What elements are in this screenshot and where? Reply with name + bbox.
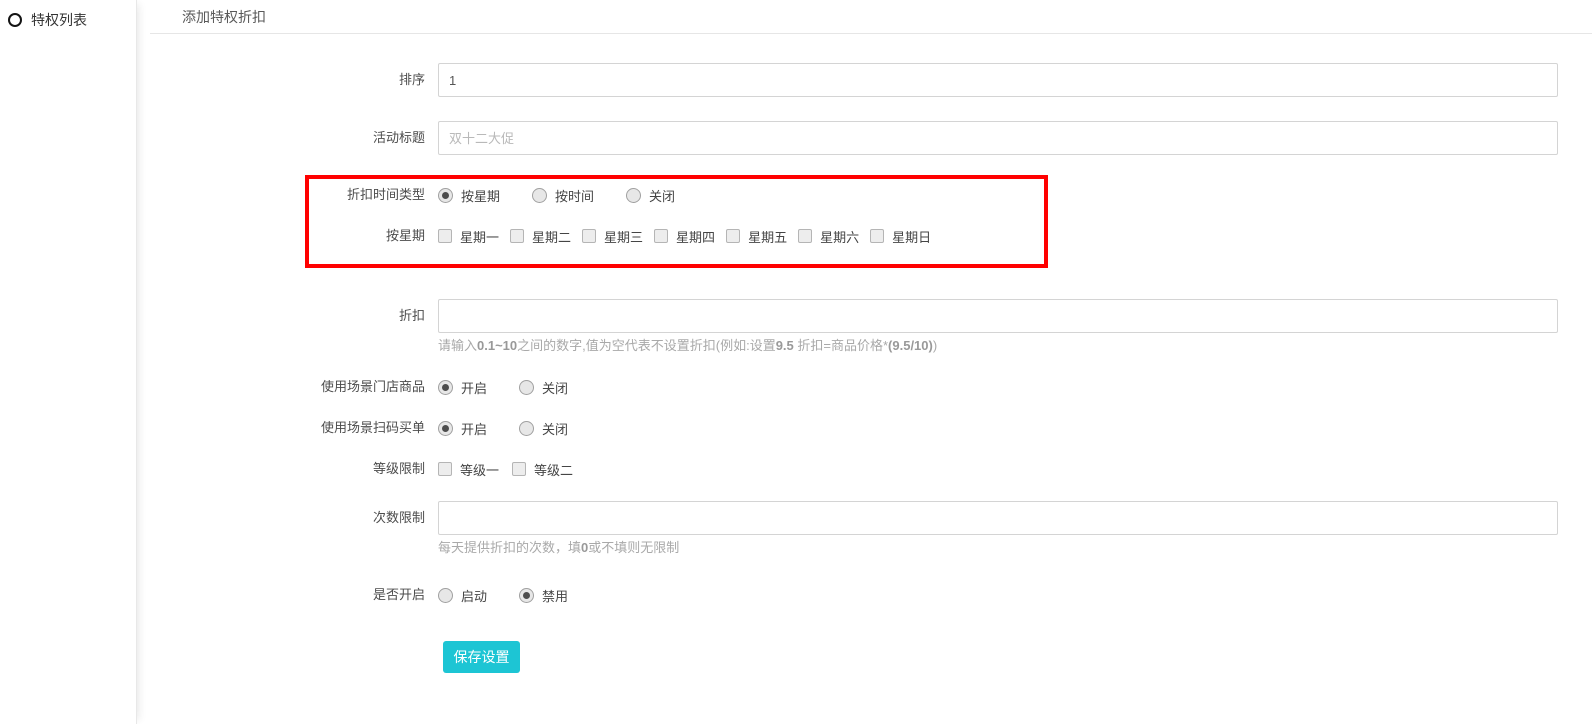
checkbox-label: 星期日 [892, 227, 931, 246]
radio-label: 关闭 [542, 378, 568, 397]
sidebar: 特权列表 [0, 0, 137, 724]
sidebar-item-privilege-list[interactable]: 特权列表 [0, 0, 136, 40]
checkbox-saturday[interactable]: 星期六 [798, 227, 859, 246]
checkbox-label: 星期一 [460, 227, 499, 246]
checkbox-label: 星期三 [604, 227, 643, 246]
form-row-scene-store: 使用场景门店商品 开启 关闭 [148, 377, 1592, 397]
checkbox-label: 等级一 [460, 460, 499, 479]
sort-label: 排序 [148, 63, 425, 97]
checkbox-thursday[interactable]: 星期四 [654, 227, 715, 246]
form-row-sort: 排序 [148, 63, 1592, 97]
radio-icon[interactable] [438, 588, 453, 603]
form-row-discount: 折扣 请输入0.1~10之间的数字,值为空代表不设置折扣(例如:设置9.5 折扣… [148, 299, 1592, 354]
form-row-title: 活动标题 [148, 121, 1592, 155]
weekdays-label: 按星期 [148, 226, 425, 246]
checkbox-wednesday[interactable]: 星期三 [582, 227, 643, 246]
checkbox-label: 星期五 [748, 227, 787, 246]
checkbox-icon[interactable] [654, 229, 668, 243]
discount-input[interactable] [438, 299, 1558, 333]
radio-by-time[interactable]: 按时间 [532, 186, 594, 205]
radio-enable[interactable]: 启动 [438, 586, 487, 605]
form-row-weekdays: 按星期 星期一 星期二 星期三 星期四 星期五 [148, 226, 1592, 246]
form-row-enabled: 是否开启 启动 禁用 [148, 585, 1592, 605]
save-settings-button[interactable]: 保存设置 [443, 641, 520, 673]
checkbox-label: 星期六 [820, 227, 859, 246]
radio-icon[interactable] [519, 588, 534, 603]
radio-label: 开启 [461, 419, 487, 438]
checkbox-sunday[interactable]: 星期日 [870, 227, 931, 246]
scene-store-label: 使用场景门店商品 [148, 377, 425, 397]
count-limit-hint: 每天提供折扣的次数，填0或不填则无限制 [438, 540, 1592, 556]
form-row-scene-scan: 使用场景扫码买单 开启 关闭 [148, 418, 1592, 438]
level-limit-label: 等级限制 [148, 459, 425, 479]
activity-title-input[interactable] [438, 121, 1558, 155]
main-panel: 添加特权折扣 排序 活动标题 折扣时间类型 按星期 按时间 关闭 [138, 0, 1592, 673]
checkbox-icon[interactable] [798, 229, 812, 243]
circle-icon [8, 13, 22, 27]
enabled-label: 是否开启 [148, 585, 425, 605]
checkbox-label: 等级二 [534, 460, 573, 479]
discount-hint: 请输入0.1~10之间的数字,值为空代表不设置折扣(例如:设置9.5 折扣=商品… [438, 338, 1592, 354]
discount-label: 折扣 [148, 299, 425, 333]
radio-icon[interactable] [438, 421, 453, 436]
form-row-level-limit: 等级限制 等级一 等级二 [148, 459, 1592, 479]
checkbox-label: 星期二 [532, 227, 571, 246]
radio-scan-off[interactable]: 关闭 [519, 419, 568, 438]
radio-store-on[interactable]: 开启 [438, 378, 487, 397]
checkbox-label: 星期四 [676, 227, 715, 246]
count-limit-input[interactable] [438, 501, 1558, 535]
radio-label: 关闭 [649, 186, 675, 205]
checkbox-icon[interactable] [582, 229, 596, 243]
form-row-save: 保存设置 [443, 641, 1592, 673]
radio-label: 开启 [461, 378, 487, 397]
radio-icon[interactable] [519, 421, 534, 436]
radio-off[interactable]: 关闭 [626, 186, 675, 205]
radio-label: 关闭 [542, 419, 568, 438]
radio-label: 按时间 [555, 186, 594, 205]
radio-icon[interactable] [438, 380, 453, 395]
checkbox-level-two[interactable]: 等级二 [512, 460, 573, 479]
sort-input[interactable] [438, 63, 1558, 97]
checkbox-monday[interactable]: 星期一 [438, 227, 499, 246]
radio-scan-on[interactable]: 开启 [438, 419, 487, 438]
radio-label: 按星期 [461, 186, 500, 205]
radio-icon[interactable] [626, 188, 641, 203]
radio-by-week[interactable]: 按星期 [438, 186, 500, 205]
radio-label: 禁用 [542, 586, 568, 605]
checkbox-icon[interactable] [870, 229, 884, 243]
scene-scan-label: 使用场景扫码买单 [148, 418, 425, 438]
checkbox-icon[interactable] [438, 462, 452, 476]
checkbox-icon[interactable] [726, 229, 740, 243]
checkbox-icon[interactable] [438, 229, 452, 243]
checkbox-icon[interactable] [512, 462, 526, 476]
radio-icon[interactable] [519, 380, 534, 395]
count-limit-label: 次数限制 [148, 501, 425, 535]
checkbox-level-one[interactable]: 等级一 [438, 460, 499, 479]
radio-icon[interactable] [438, 188, 453, 203]
page-title: 添加特权折扣 [150, 0, 1592, 34]
checkbox-icon[interactable] [510, 229, 524, 243]
checkbox-friday[interactable]: 星期五 [726, 227, 787, 246]
time-type-label: 折扣时间类型 [148, 185, 425, 205]
radio-label: 启动 [461, 586, 487, 605]
form-row-count-limit: 次数限制 每天提供折扣的次数，填0或不填则无限制 [148, 501, 1592, 556]
sidebar-item-label: 特权列表 [31, 10, 87, 30]
form-row-time-type: 折扣时间类型 按星期 按时间 关闭 [148, 185, 1592, 205]
title-label: 活动标题 [148, 121, 425, 155]
radio-store-off[interactable]: 关闭 [519, 378, 568, 397]
checkbox-tuesday[interactable]: 星期二 [510, 227, 571, 246]
radio-disable[interactable]: 禁用 [519, 586, 568, 605]
radio-icon[interactable] [532, 188, 547, 203]
